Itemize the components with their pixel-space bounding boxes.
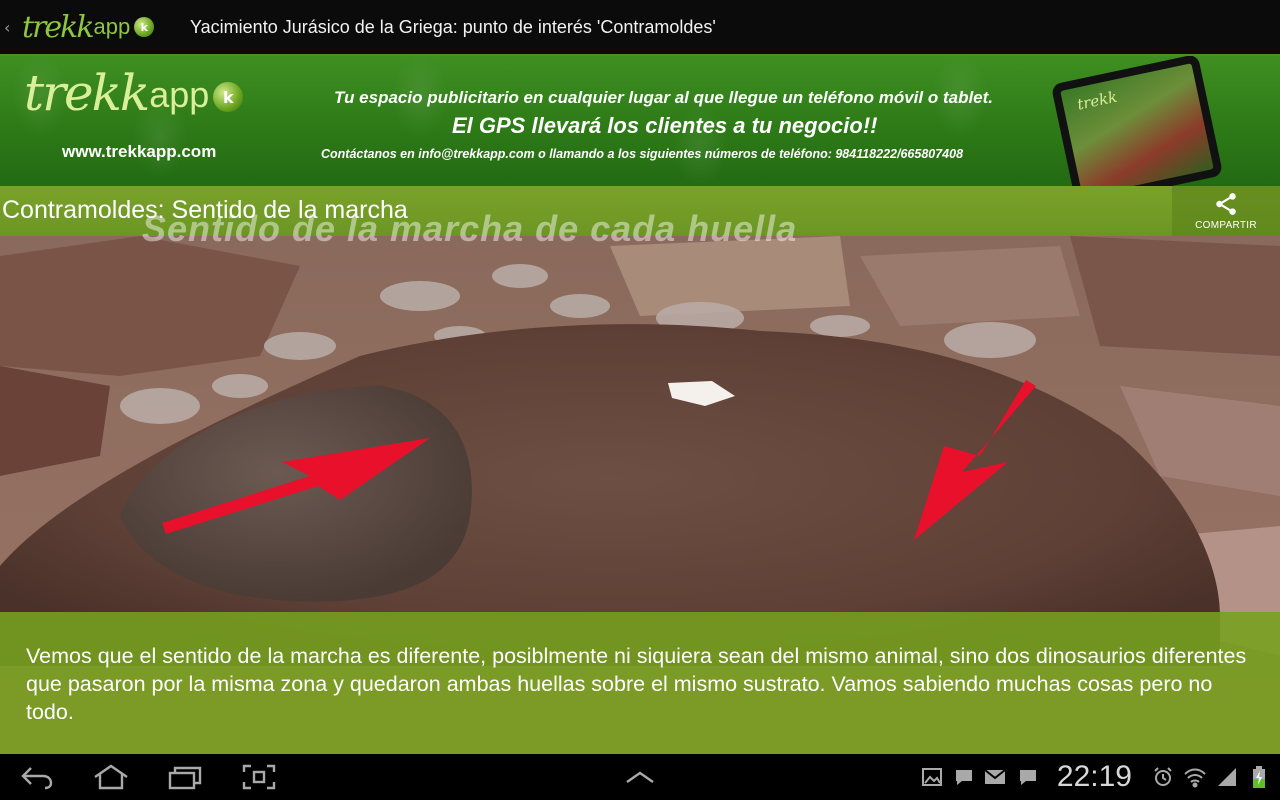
banner-logo-app: app — [149, 74, 210, 115]
message-notification-icon — [1015, 764, 1041, 790]
banner-logo-badge-icon: k — [213, 82, 244, 112]
tablet-screen: trekk — [1060, 63, 1214, 186]
back-button[interactable] — [0, 754, 74, 800]
page-title: Yacimiento Jurásico de la Griega: punto … — [190, 16, 716, 37]
signal-strength-icon — [1214, 764, 1240, 790]
home-button[interactable] — [74, 754, 148, 800]
logo-app-text: app — [93, 14, 131, 39]
app-logo[interactable]: trekk app k — [22, 5, 178, 49]
description-text: Vemos que el sentido de la marcha es dif… — [26, 644, 1247, 724]
recent-apps-button[interactable] — [148, 754, 222, 800]
clock: 22:19 — [1056, 760, 1132, 793]
share-icon — [1216, 193, 1236, 215]
battery-charging-icon — [1246, 764, 1272, 790]
banner-text-line1: Tu espacio publicitario en cualquier lug… — [334, 88, 994, 107]
screenshot-icon — [242, 764, 276, 790]
section-title: Contramoldes: Sentido de la marcha — [2, 196, 408, 224]
share-label: COMPARTIR — [1195, 220, 1257, 231]
tablet-graphic: trekk — [1050, 56, 1224, 186]
logo-script-text: trekk — [22, 9, 95, 45]
chat-notification-icon — [951, 764, 977, 790]
screenshot-button[interactable] — [222, 754, 296, 800]
system-bar: 22:19 — [0, 754, 1280, 800]
status-area[interactable]: 22:19 — [919, 754, 1272, 800]
share-button[interactable]: COMPARTIR — [1172, 186, 1280, 236]
up-navigation-icon[interactable]: ‹ — [4, 18, 18, 37]
back-icon — [21, 767, 53, 790]
notification-expand-button[interactable] — [622, 762, 658, 792]
home-icon — [94, 764, 128, 790]
banner-text-line3: Contáctanos en info@trekkapp.com o llama… — [321, 147, 964, 161]
ad-banner[interactable]: trekk app k www.trekkapp.com Tu espacio … — [0, 56, 1280, 186]
chevron-up-icon — [626, 771, 654, 783]
banner-text-line2: El GPS llevará los clientes a tu negocio… — [452, 113, 878, 138]
recent-apps-icon — [168, 766, 202, 790]
logo-badge-icon: k — [134, 17, 155, 37]
image-notification-icon — [919, 764, 945, 790]
tablet-logo-text: trekk — [1075, 87, 1119, 114]
wifi-icon — [1182, 764, 1208, 790]
banner-logo: trekk app k — [24, 64, 244, 122]
action-bar: ‹ trekk app k Yacimiento Jurásico de la … — [0, 0, 1280, 56]
banner-logo-script: trekk — [24, 64, 150, 122]
alarm-icon — [1150, 764, 1176, 790]
content-area: Sentido de la marcha de cada huella Cont… — [0, 186, 1280, 754]
email-notification-icon — [983, 764, 1009, 790]
description-panel: Vemos que el sentido de la marcha es dif… — [0, 612, 1280, 754]
banner-url: www.trekkapp.com — [62, 142, 217, 161]
